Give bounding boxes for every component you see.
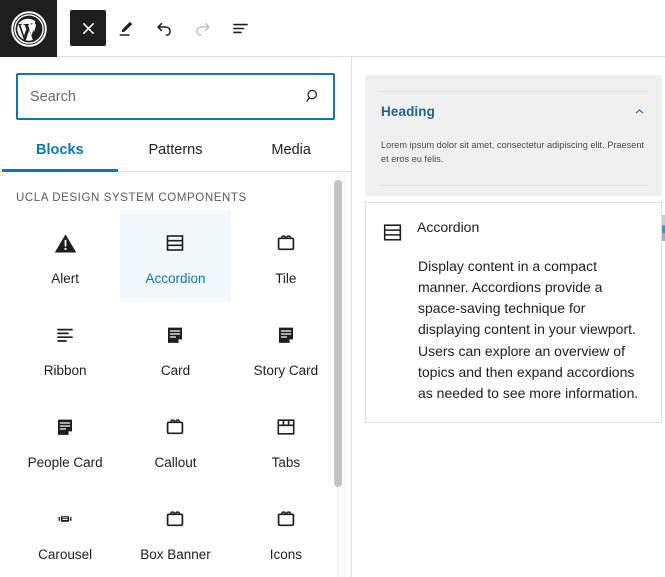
- block-list-scrollbar[interactable]: [334, 172, 347, 577]
- carousel-icon: [53, 504, 77, 534]
- search-input[interactable]: [18, 75, 293, 118]
- block-preview-panel: Heading Lorem ipsum dolor sit amet, cons…: [352, 57, 665, 577]
- editor-toolbar: [0, 0, 665, 57]
- list-view-icon: [230, 18, 251, 39]
- block-item-card[interactable]: Card: [120, 302, 230, 394]
- search-box[interactable]: [16, 73, 335, 120]
- block-item-tabs[interactable]: Tabs: [231, 394, 341, 486]
- accordion-icon: [163, 228, 187, 258]
- wordpress-logo-icon: [10, 10, 48, 48]
- block-item-people-card[interactable]: People Card: [10, 394, 120, 486]
- inserter-tabs: Blocks Patterns Media: [0, 132, 351, 172]
- ribbon-lines-icon: [53, 320, 77, 350]
- search-icon[interactable]: [293, 75, 333, 118]
- accordion-header[interactable]: Heading: [379, 92, 648, 132]
- block-item-carousel[interactable]: Carousel: [10, 486, 120, 577]
- block-preview-content: Heading Lorem ipsum dolor sit amet, cons…: [365, 75, 662, 424]
- tab-media[interactable]: Media: [233, 132, 349, 172]
- accordion-heading: Heading: [381, 104, 435, 119]
- card-document-icon: [53, 412, 77, 442]
- accordion-body-text: Lorem ipsum dolor sit amet, consectetur …: [381, 140, 644, 165]
- block-item-label: Box Banner: [140, 547, 211, 562]
- block-inserter-panel: Blocks Patterns Media UCLA DESIGN SYSTEM…: [0, 57, 352, 577]
- accordion-divider-bottom: [379, 184, 648, 186]
- pencil-icon: [116, 18, 136, 38]
- block-category-title: UCLA DESIGN SYSTEM COMPONENTS: [16, 192, 247, 204]
- block-item-label: Tabs: [271, 455, 301, 470]
- block-item-label: Callout: [154, 455, 197, 470]
- editor-main: Blocks Patterns Media UCLA DESIGN SYSTEM…: [0, 57, 665, 577]
- block-description-title: Accordion: [417, 218, 480, 235]
- block-item-callout[interactable]: Callout: [120, 394, 230, 486]
- block-list-scroll-area[interactable]: UCLA DESIGN SYSTEM COMPONENTS Alert Acco…: [0, 172, 351, 577]
- block-item-box-banner[interactable]: Box Banner: [120, 486, 230, 577]
- redo-icon: [192, 18, 213, 39]
- block-description-card: Accordion Display content in a compact m…: [365, 201, 662, 424]
- block-item-label: Tile: [275, 271, 297, 286]
- block-item-label: Accordion: [145, 271, 206, 286]
- wordpress-logo-button[interactable]: [0, 0, 57, 57]
- edit-mode-button[interactable]: [108, 10, 144, 46]
- block-description-header: Accordion: [380, 219, 647, 250]
- tile-icon: [163, 412, 187, 442]
- block-item-tile[interactable]: Tile: [231, 210, 341, 302]
- accordion-icon: [380, 220, 405, 250]
- close-inserter-button[interactable]: [70, 10, 106, 46]
- block-item-label: Icons: [269, 547, 302, 562]
- block-item-accordion[interactable]: Accordion: [120, 210, 231, 302]
- chevron-up-icon[interactable]: [633, 105, 646, 118]
- block-item-ribbon[interactable]: Ribbon: [10, 302, 120, 394]
- tile-icon: [274, 504, 298, 534]
- block-item-label: Alert: [51, 271, 80, 286]
- block-item-story-card[interactable]: Story Card: [231, 302, 341, 394]
- close-icon: [80, 20, 97, 37]
- block-item-label: Carousel: [38, 547, 93, 562]
- tab-blocks[interactable]: Blocks: [2, 132, 118, 172]
- tabs-grid-icon: [274, 412, 298, 442]
- tab-patterns[interactable]: Patterns: [118, 132, 234, 172]
- search-area: [0, 57, 351, 120]
- block-item-label: Story Card: [253, 363, 319, 378]
- alert-triangle-icon: [53, 228, 78, 258]
- undo-button[interactable]: [146, 10, 182, 46]
- block-item-label: Ribbon: [43, 363, 87, 378]
- card-document-icon: [274, 320, 298, 350]
- block-item-label: People Card: [27, 455, 103, 470]
- block-description-text: Display content in a compact manner. Acc…: [418, 257, 639, 402]
- card-document-icon: [163, 320, 187, 350]
- tile-icon: [274, 228, 298, 258]
- block-grid: Alert Accordion Tile Ribbon Card Story C…: [0, 210, 351, 577]
- undo-icon: [154, 18, 175, 39]
- block-item-alert[interactable]: Alert: [10, 210, 120, 302]
- list-view-button[interactable]: [222, 10, 258, 46]
- block-list-scrollbar-thumb[interactable]: [334, 180, 342, 487]
- accordion-preview: Heading Lorem ipsum dolor sit amet, cons…: [365, 75, 662, 196]
- block-item-label: Card: [160, 363, 191, 378]
- block-item-icons[interactable]: Icons: [231, 486, 341, 577]
- tile-icon: [163, 504, 187, 534]
- toolbar-actions: [57, 0, 258, 56]
- redo-button[interactable]: [184, 10, 220, 46]
